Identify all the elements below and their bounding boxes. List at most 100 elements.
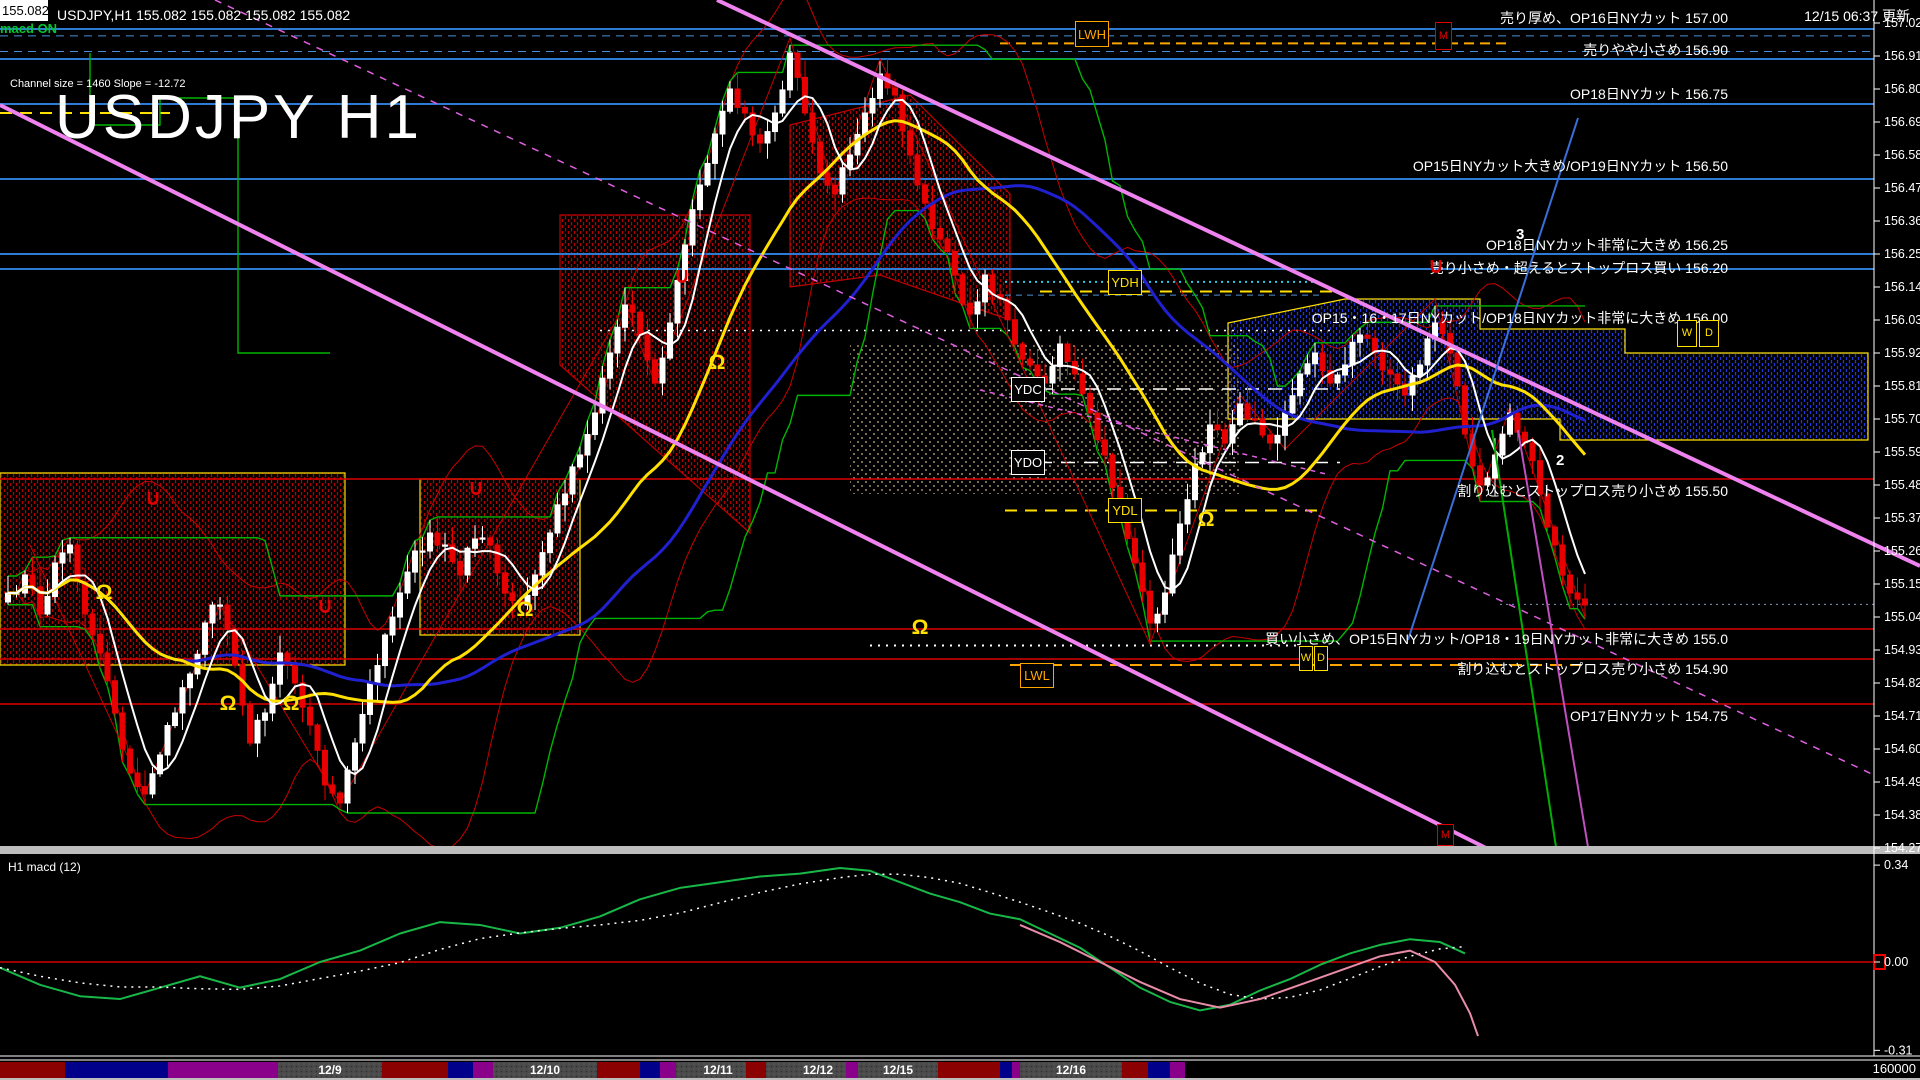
candle-body xyxy=(824,172,831,186)
price-tick-label: 156.690 xyxy=(1884,115,1920,129)
session-strip-segment xyxy=(676,1062,746,1078)
candle-body xyxy=(479,537,486,540)
candle-body xyxy=(1124,502,1131,540)
candle-body xyxy=(1484,477,1491,486)
cloud-region xyxy=(0,472,346,666)
candle-body xyxy=(794,52,801,78)
price-tick-label: 156.470 xyxy=(1884,181,1920,195)
candle-body xyxy=(1177,523,1183,556)
candle-body xyxy=(569,466,576,495)
candle-body xyxy=(254,719,261,744)
price-tick-label: 156.910 xyxy=(1884,49,1920,63)
price-tick-label: 156.250 xyxy=(1884,247,1920,261)
candle-body xyxy=(1357,334,1363,343)
candle-body xyxy=(1064,343,1071,362)
candle-body xyxy=(869,97,876,114)
macd-line xyxy=(0,873,1466,1000)
price-tick-label: 156.030 xyxy=(1884,313,1920,327)
candle-body xyxy=(547,532,553,554)
candle-body xyxy=(1117,486,1123,504)
candle-body xyxy=(809,112,816,143)
candle-body xyxy=(1244,403,1251,420)
candle-body xyxy=(427,532,433,552)
candle-body xyxy=(1252,418,1258,421)
candle-body xyxy=(1387,369,1393,375)
candle-body xyxy=(1274,434,1281,444)
candle-body xyxy=(742,106,748,114)
candle-body xyxy=(787,52,793,91)
candle-body xyxy=(832,184,838,195)
price-tick-label: 156.360 xyxy=(1884,214,1920,228)
candle-body xyxy=(592,412,598,436)
candle-body xyxy=(1034,364,1041,377)
candle-body xyxy=(907,130,913,156)
session-strip-segment xyxy=(746,1062,766,1078)
price-tick-label: 155.480 xyxy=(1884,478,1920,492)
candle-body xyxy=(802,76,808,114)
session-strip-segment xyxy=(0,1062,65,1078)
candle-body xyxy=(1147,590,1153,624)
candle-body xyxy=(269,683,276,714)
session-strip-segment xyxy=(1020,1062,1122,1078)
price-axis[interactable]: 157.020 156.910 156.800 156.690 156.580 156.4… xyxy=(1874,16,1920,855)
price-tick-label: 156.800 xyxy=(1884,82,1920,96)
candle-body xyxy=(359,713,366,744)
candle-body xyxy=(1042,375,1048,384)
candle-body xyxy=(1319,352,1326,372)
session-strip-segment xyxy=(938,1062,1000,1078)
price-tick-label: 155.920 xyxy=(1884,346,1920,360)
session-strip-segment xyxy=(278,1062,382,1078)
candle-body xyxy=(614,326,621,354)
candle-body xyxy=(1514,412,1521,433)
candle-body xyxy=(779,89,786,114)
candle-body xyxy=(262,712,268,721)
candle-body xyxy=(674,279,681,324)
candle-body xyxy=(1012,319,1018,345)
candle-body xyxy=(607,352,613,379)
candle-body xyxy=(142,786,148,795)
session-strip-segment xyxy=(473,1062,493,1078)
candle-body xyxy=(1582,598,1588,606)
candle-body xyxy=(929,202,936,230)
macd-tick-label: -0.31 xyxy=(1884,1043,1913,1057)
candle-body xyxy=(89,613,96,635)
candle-body xyxy=(892,87,898,96)
candle-body xyxy=(389,616,396,636)
candle-body xyxy=(1312,352,1318,365)
candle-body xyxy=(344,769,351,804)
candle-body xyxy=(164,725,171,756)
candle-body xyxy=(1537,460,1543,495)
candle-body xyxy=(1154,613,1161,624)
candle-body xyxy=(1259,418,1266,436)
panel-separator[interactable] xyxy=(0,846,1920,854)
candle-body xyxy=(1267,434,1273,444)
candle-body xyxy=(629,304,636,313)
ichimoku-clouds xyxy=(0,94,1869,666)
price-tick-label: 155.810 xyxy=(1884,379,1920,393)
candle-body xyxy=(524,594,531,606)
candle-body xyxy=(382,634,388,667)
candle-body xyxy=(29,574,36,588)
macd-panel: 0.34 0.00 -0.31 xyxy=(0,858,1913,1057)
candle-body xyxy=(1364,334,1371,339)
candle-body xyxy=(352,742,358,771)
session-strip-segment xyxy=(493,1062,597,1078)
candle-body xyxy=(434,532,441,546)
chart-canvas[interactable]: 0.34 0.00 -0.31 157.020 156.910 156.800 156.6… xyxy=(0,0,1920,1080)
session-strip-segment xyxy=(1012,1062,1020,1078)
candle-body xyxy=(337,792,343,804)
candle-body xyxy=(44,595,51,615)
candle-body xyxy=(67,544,73,554)
candle-body xyxy=(712,133,718,164)
candle-body xyxy=(1304,363,1311,375)
candle-body xyxy=(704,162,711,186)
candle-body xyxy=(764,131,771,144)
candle-body xyxy=(974,301,981,315)
candle-body xyxy=(404,571,411,594)
session-strip-segment xyxy=(168,1062,278,1078)
candle-body xyxy=(277,652,283,685)
candle-body xyxy=(1049,366,1056,384)
candle-body xyxy=(1454,352,1461,387)
session-strip-segment xyxy=(1122,1062,1148,1078)
candle-body xyxy=(194,653,201,675)
